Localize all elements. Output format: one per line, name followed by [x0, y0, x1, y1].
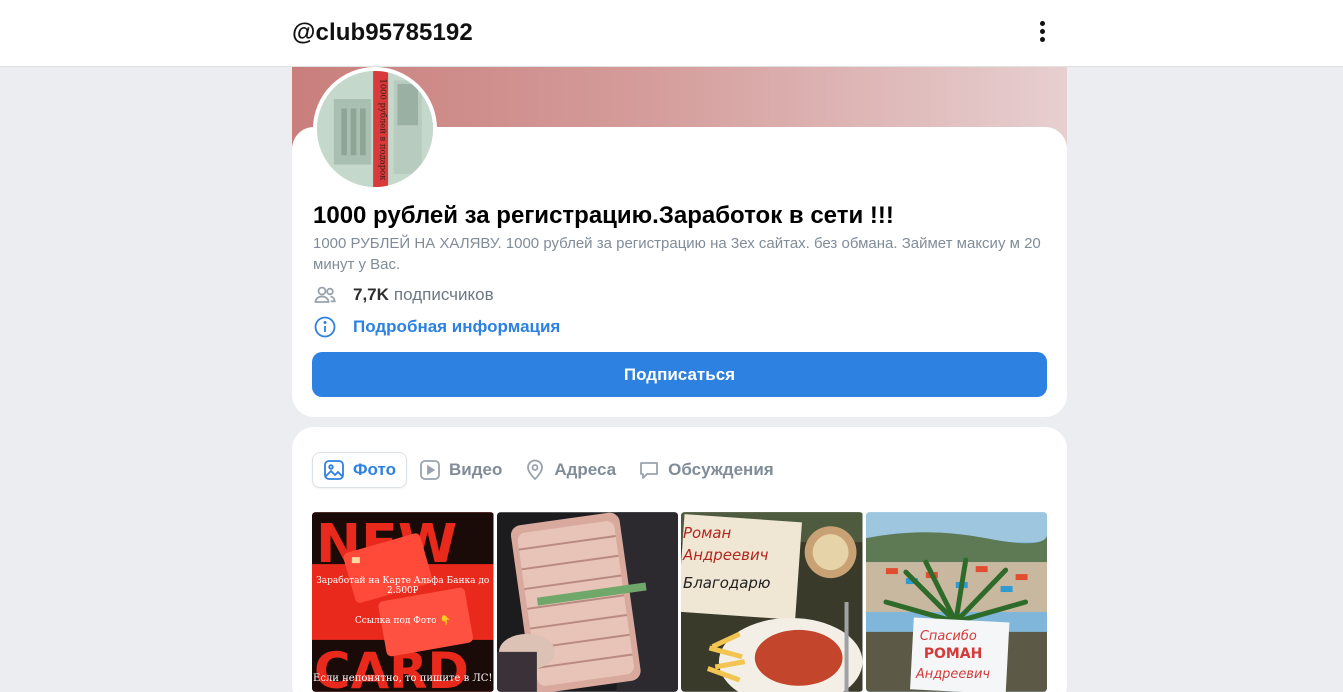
tab-addresses[interactable]: Адреса	[514, 452, 626, 488]
details-link[interactable]: Подробная информация	[313, 315, 560, 339]
subscribers-row[interactable]: 7,7K подписчиков	[313, 283, 494, 307]
media-tabs: Фото Видео Адреса Обсуждения	[312, 452, 786, 488]
tab-photos-label: Фото	[353, 460, 396, 479]
chat-bubble-icon	[638, 459, 660, 481]
group-description: 1000 РУБЛЕЙ НА ХАЛЯВУ. 1000 рублей за ре…	[313, 235, 1041, 273]
subscribe-button[interactable]: Подписаться	[312, 352, 1047, 397]
tab-addresses-label: Адреса	[554, 460, 617, 479]
photo-tile[interactable]: NEW CARD Заработай на Карте Альфа Банка …	[312, 512, 494, 692]
tile1-caption-1: Заработай на Карте Альфа Банка до 2.500₽	[316, 576, 490, 596]
photo-icon	[323, 459, 345, 481]
tile3-note-2: Андреевич	[682, 546, 769, 564]
location-pin-icon	[524, 459, 546, 481]
group-avatar[interactable]: 1000 рублей в подарок	[313, 67, 437, 191]
photo-tile[interactable]: Спасибо РОМАН Андреевич	[865, 512, 1047, 692]
group-title: 1000 рублей за регистрацию.Заработок в с…	[313, 202, 894, 229]
photo-grid: NEW CARD Заработай на Карте Альфа Банка …	[312, 512, 1047, 692]
tile3-note-1: Роман	[683, 524, 732, 542]
tab-discussions[interactable]: Обсуждения	[628, 452, 784, 488]
details-link-label: Подробная информация	[353, 317, 561, 336]
info-icon	[313, 315, 337, 339]
photo-tile[interactable]: Роман Андреевич Благодарю	[681, 512, 863, 692]
tab-discussions-label: Обсуждения	[668, 460, 774, 479]
tab-videos[interactable]: Видео	[409, 452, 512, 488]
avatar-caption: 1000 рублей в подарок	[379, 78, 389, 181]
subscribers-count: 7,7K	[353, 285, 389, 304]
tab-videos-label: Видео	[448, 460, 503, 479]
group-handle: @club95785192	[292, 19, 473, 46]
more-vertical-icon[interactable]	[1030, 18, 1054, 48]
top-bar: @club95785192	[0, 0, 1343, 67]
subscribers-label: подписчиков	[393, 285, 494, 304]
tile4-sign-1: Спасибо	[919, 629, 976, 644]
video-icon	[419, 459, 441, 481]
tile4-sign-3: Андреевич	[914, 667, 989, 682]
photo-tile[interactable]	[496, 512, 678, 692]
tile1-caption-bottom: Если непонятно, то пишите в ЛС!	[313, 673, 493, 684]
tile3-note-3: Благодарю	[683, 574, 770, 592]
tab-photos[interactable]: Фото	[312, 452, 407, 488]
users-icon	[313, 283, 337, 307]
tile1-caption-2: Ссылка под Фото 👇	[354, 616, 451, 626]
tile4-sign-2: РОМАН	[923, 646, 981, 662]
